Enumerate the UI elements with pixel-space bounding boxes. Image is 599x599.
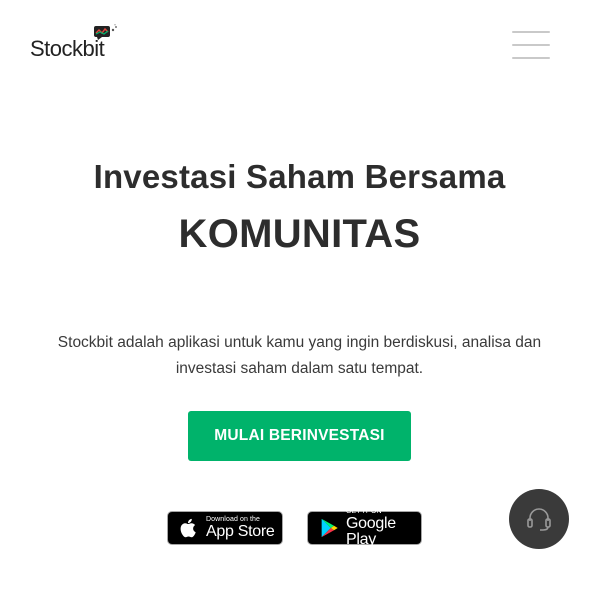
- logo-text: Stockbit: [30, 36, 105, 61]
- hamburger-menu-icon[interactable]: [512, 31, 550, 59]
- menu-line: [512, 31, 550, 33]
- stockbit-logo[interactable]: Stockbit: [30, 24, 117, 61]
- start-investing-button[interactable]: MULAI BERINVESTASI: [188, 411, 411, 461]
- hero-headline: Investasi Saham Bersama: [93, 158, 506, 195]
- chart-bubble-icon: [94, 24, 117, 40]
- google-play-big-text: Google Play: [346, 515, 396, 548]
- app-store-badge[interactable]: Download on the App Store: [167, 511, 283, 545]
- apple-icon: [180, 518, 196, 538]
- menu-line: [512, 44, 550, 46]
- hero-description: Stockbit adalah aplikasi untuk kamu yang…: [57, 334, 542, 377]
- hero-headline-strong: KOMUNITAS: [178, 212, 421, 256]
- page: Stockbit Investasi Saham Bersama KOMUNIT…: [0, 0, 599, 599]
- app-store-small-text: Download on the: [206, 516, 261, 523]
- support-chat-button[interactable]: [509, 489, 569, 549]
- google-play-small-text: GET IT ON: [346, 508, 382, 515]
- google-play-badge[interactable]: GET IT ON Google Play: [307, 508, 422, 548]
- app-store-big-text: App Store: [206, 523, 275, 540]
- headset-icon: [527, 508, 551, 531]
- google-play-icon: [321, 518, 338, 538]
- menu-line: [512, 57, 550, 59]
